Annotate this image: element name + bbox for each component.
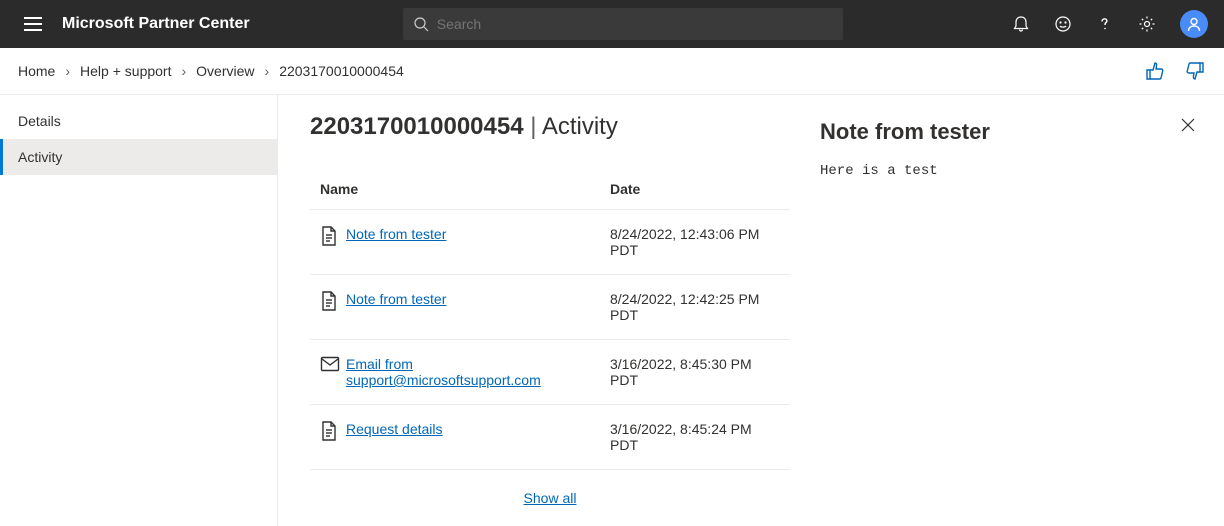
document-icon xyxy=(320,291,346,311)
activity-link[interactable]: Email from support@microsoftsupport.com xyxy=(346,356,541,388)
document-icon xyxy=(320,226,346,246)
activity-date: 8/24/2022, 12:43:06 PM PDT xyxy=(610,226,780,258)
column-name: Name xyxy=(320,181,610,197)
feedback-smile-icon[interactable] xyxy=(1054,15,1072,33)
detail-body: Here is a test xyxy=(820,163,1200,179)
activity-date: 8/24/2022, 12:42:25 PM PDT xyxy=(610,291,780,323)
search-icon xyxy=(413,16,429,32)
page-title: 2203170010000454 | Activity xyxy=(310,113,790,141)
sidebar-item-activity[interactable]: Activity xyxy=(0,139,277,175)
detail-title: Note from tester xyxy=(820,119,1200,145)
table-header: Name Date xyxy=(310,169,790,210)
menu-button[interactable] xyxy=(16,9,50,39)
close-button[interactable] xyxy=(1180,117,1196,133)
page-section: Activity xyxy=(542,113,618,140)
show-all-link[interactable]: Show all xyxy=(524,490,577,506)
ticket-id: 2203170010000454 xyxy=(310,113,524,140)
table-row: Email from support@microsoftsupport.com … xyxy=(310,340,790,405)
app-header: Microsoft Partner Center xyxy=(0,0,1224,48)
table-row: Note from tester 8/24/2022, 12:42:25 PM … xyxy=(310,275,790,340)
breadcrumb-bar: Home › Help + support › Overview › 22031… xyxy=(0,48,1224,95)
table-row: Note from tester 8/24/2022, 12:43:06 PM … xyxy=(310,210,790,275)
breadcrumb-help[interactable]: Help + support xyxy=(80,63,171,79)
user-avatar[interactable] xyxy=(1180,10,1208,38)
thumbs-down-icon[interactable] xyxy=(1184,60,1206,82)
activity-link[interactable]: Note from tester xyxy=(346,226,446,242)
breadcrumb-ticket[interactable]: 2203170010000454 xyxy=(279,63,404,79)
search-input[interactable] xyxy=(437,16,833,32)
chevron-right-icon: › xyxy=(65,63,70,79)
chevron-right-icon: › xyxy=(181,63,186,79)
breadcrumb: Home › Help + support › Overview › 22031… xyxy=(18,63,404,79)
breadcrumb-home[interactable]: Home xyxy=(18,63,55,79)
main-content: 2203170010000454 | Activity Name Date No… xyxy=(310,113,790,526)
table-row: Request details 3/16/2022, 8:45:24 PM PD… xyxy=(310,405,790,470)
activity-link[interactable]: Note from tester xyxy=(346,291,446,307)
column-date: Date xyxy=(610,181,780,197)
chevron-right-icon: › xyxy=(265,63,270,79)
brand-title: Microsoft Partner Center xyxy=(62,15,250,33)
search-box[interactable] xyxy=(403,8,843,40)
thumbs-up-icon[interactable] xyxy=(1144,60,1166,82)
activity-date: 3/16/2022, 8:45:24 PM PDT xyxy=(610,421,780,453)
mail-icon xyxy=(320,356,346,372)
activity-link[interactable]: Request details xyxy=(346,421,443,437)
detail-panel: Note from tester Here is a test xyxy=(820,113,1200,526)
breadcrumb-overview[interactable]: Overview xyxy=(196,63,254,79)
document-icon xyxy=(320,421,346,441)
sidebar: Details Activity xyxy=(0,95,278,526)
settings-icon[interactable] xyxy=(1138,15,1156,33)
notifications-icon[interactable] xyxy=(1012,15,1030,33)
activity-date: 3/16/2022, 8:45:30 PM PDT xyxy=(610,356,780,388)
sidebar-item-details[interactable]: Details xyxy=(0,103,277,139)
help-icon[interactable] xyxy=(1096,15,1114,33)
